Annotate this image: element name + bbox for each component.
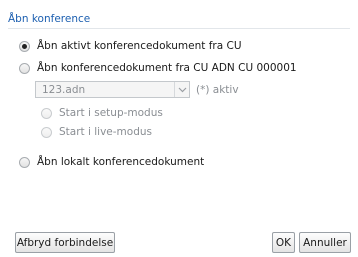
radio-dot xyxy=(22,43,27,49)
radio-start-live[interactable] xyxy=(41,126,52,138)
radio-open-from-cu[interactable] xyxy=(19,62,30,74)
option-start-setup[interactable]: Start i setup-modus xyxy=(41,107,163,119)
ok-button[interactable]: OK xyxy=(272,232,295,253)
radio-open-active-doc[interactable] xyxy=(19,40,30,52)
dialog-title: Åbn konference xyxy=(8,13,91,25)
cancel-button[interactable]: Annuller xyxy=(299,232,351,253)
option-start-live[interactable]: Start i live-modus xyxy=(41,126,152,138)
option-start-live-label: Start i live-modus xyxy=(59,126,152,138)
cu-file-select-value: 123.adn xyxy=(42,84,86,96)
option-open-from-cu-label: Åbn konferencedokument fra CU ADN CU 000… xyxy=(37,62,297,74)
option-open-from-cu[interactable]: Åbn konferencedokument fra CU ADN CU 000… xyxy=(19,62,297,74)
option-start-setup-label: Start i setup-modus xyxy=(59,107,163,119)
radio-start-setup[interactable] xyxy=(41,107,52,119)
disconnect-button[interactable]: Afbryd forbindelse xyxy=(15,232,115,253)
option-open-local-doc[interactable]: Åbn lokalt konferencedokument xyxy=(19,156,204,168)
dialog-title-bar: Åbn konference xyxy=(8,10,350,29)
option-open-active-doc-label: Åbn aktivt konferencedokument fra CU xyxy=(37,40,242,52)
radio-open-local-doc[interactable] xyxy=(19,156,30,168)
option-open-active-doc[interactable]: Åbn aktivt konferencedokument fra CU xyxy=(19,40,242,52)
open-conference-dialog: Åbn konference Åbn aktivt konferencedoku… xyxy=(0,0,358,257)
active-marker-label: (*) aktiv xyxy=(196,84,239,96)
cu-file-select[interactable]: 123.adn xyxy=(35,81,190,98)
option-open-local-doc-label: Åbn lokalt konferencedokument xyxy=(37,156,205,168)
chevron-down-icon[interactable] xyxy=(174,82,189,97)
